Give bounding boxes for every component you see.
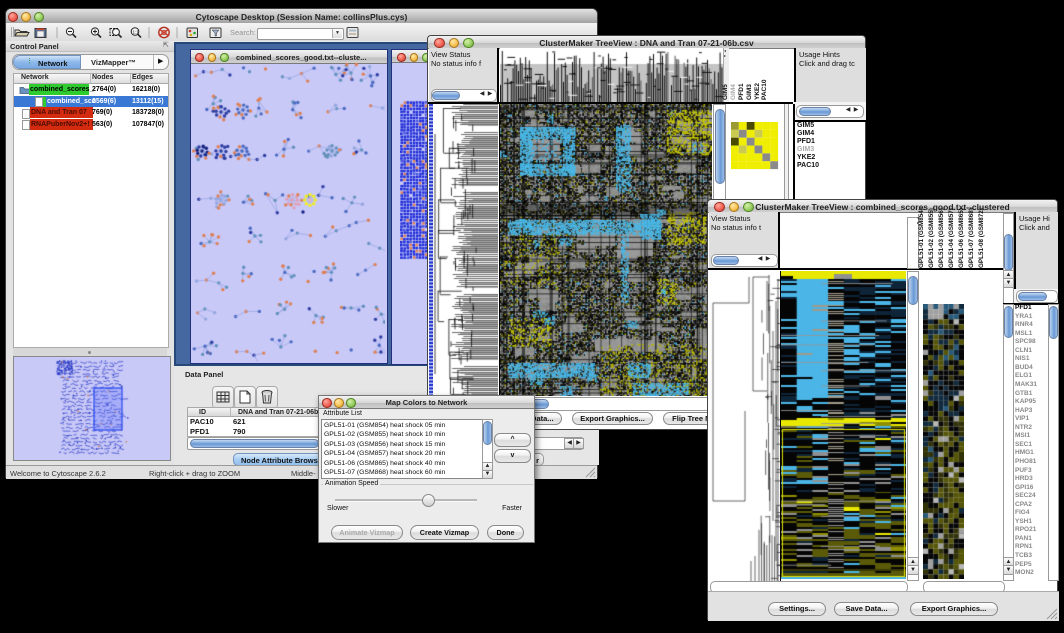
svg-text:1:1: 1:1: [133, 30, 140, 35]
svg-text:Search:: Search:: [230, 28, 256, 37]
